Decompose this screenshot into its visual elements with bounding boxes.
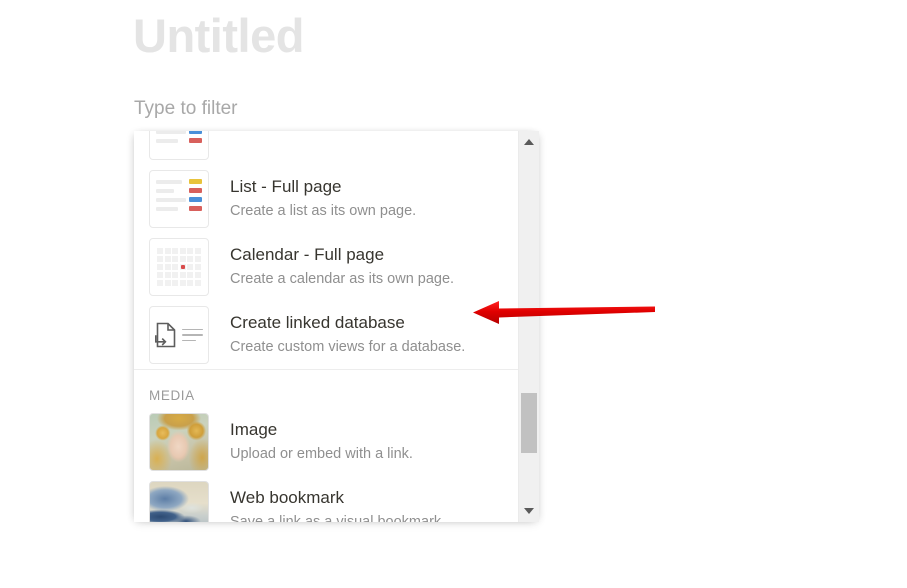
menu-scroll-content: List - Full page Create a list as its ow…	[134, 131, 518, 522]
calendar-fullpage-icon	[149, 238, 209, 296]
menu-item-description: Save a link as a visual bookmark.	[230, 512, 445, 522]
scroll-down-arrow-icon[interactable]	[519, 502, 539, 520]
list-fullpage-icon	[149, 170, 209, 228]
menu-item-calendar-full-page[interactable]: Calendar - Full page Create a calendar a…	[134, 233, 518, 301]
menu-item-title: Calendar - Full page	[230, 245, 385, 265]
linked-database-icon	[149, 306, 209, 364]
menu-item-title: Image	[230, 420, 278, 440]
list-item-clipped-above[interactable]	[134, 131, 518, 165]
menu-item-create-linked-database[interactable]: Create linked database Create custom vie…	[134, 301, 518, 369]
menu-item-texts: List - Full page Create a list as its ow…	[230, 176, 416, 221]
filter-input[interactable]: Type to filter	[134, 98, 238, 121]
menu-item-texts: Image Upload or embed with a link.	[230, 419, 413, 464]
block-type-menu: List - Full page Create a list as its ow…	[134, 131, 539, 522]
web-bookmark-thumbnail-icon	[149, 481, 209, 522]
linked-database-lines-icon	[182, 328, 203, 342]
menu-item-image[interactable]: Image Upload or embed with a link.	[134, 408, 518, 476]
page-title[interactable]: Untitled	[133, 8, 304, 64]
scroll-up-arrow-icon[interactable]	[519, 133, 539, 151]
menu-item-title: List - Full page	[230, 177, 342, 197]
menu-item-title: Create linked database	[230, 313, 405, 333]
menu-scrollbar[interactable]	[518, 131, 539, 522]
menu-item-list-full-page[interactable]: List - Full page Create a list as its ow…	[134, 165, 518, 233]
menu-item-description: Upload or embed with a link.	[230, 446, 413, 463]
menu-item-texts: Calendar - Full page Create a calendar a…	[230, 244, 454, 289]
menu-item-description: Create a calendar as its own page.	[230, 271, 455, 288]
menu-item-description: Create a list as its own page.	[230, 203, 417, 220]
menu-viewport: List - Full page Create a list as its ow…	[134, 131, 518, 522]
image-thumbnail-icon	[149, 413, 209, 471]
menu-item-web-bookmark[interactable]: Web bookmark Save a link as a visual boo…	[134, 476, 518, 522]
scrollbar-thumb[interactable]	[521, 393, 537, 453]
menu-item-texts: Web bookmark Save a link as a visual boo…	[230, 487, 445, 522]
section-header-media: MEDIA	[134, 370, 518, 408]
menu-item-texts: Create linked database Create custom vie…	[230, 312, 465, 357]
menu-item-title: Web bookmark	[230, 488, 345, 508]
menu-item-description: Create custom views for a database.	[230, 339, 466, 356]
clipped-icon	[149, 131, 209, 160]
